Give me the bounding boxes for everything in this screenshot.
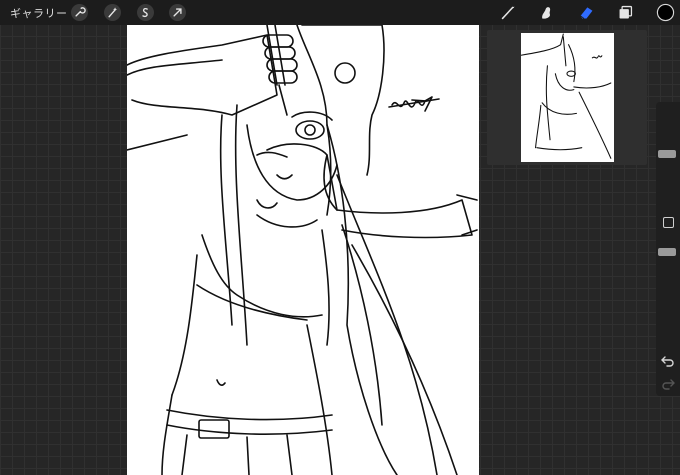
undo-icon[interactable] <box>661 352 675 367</box>
smudge-icon[interactable] <box>538 4 555 21</box>
line-art-sketch <box>127 25 478 475</box>
side-control-bar <box>656 102 680 396</box>
layers-icon[interactable] <box>617 4 634 21</box>
eraser-icon[interactable] <box>578 4 595 21</box>
reference-thumbnail <box>521 33 614 162</box>
brush-size-slider[interactable] <box>658 150 676 158</box>
wrench-icon[interactable] <box>71 4 88 21</box>
drawing-canvas[interactable] <box>127 25 479 475</box>
selection-icon[interactable] <box>137 4 154 21</box>
modify-button[interactable] <box>663 217 674 228</box>
redo-icon[interactable] <box>661 375 675 390</box>
color-swatch-icon[interactable] <box>656 3 675 22</box>
magic-wand-icon[interactable] <box>104 4 121 21</box>
gallery-button[interactable]: ギャラリー <box>10 5 68 21</box>
top-toolbar: ギャラリー <box>0 0 680 25</box>
opacity-slider[interactable] <box>658 248 676 256</box>
transform-arrow-icon[interactable] <box>169 4 186 21</box>
reference-panel[interactable] <box>487 30 647 165</box>
brush-icon[interactable] <box>500 4 517 21</box>
